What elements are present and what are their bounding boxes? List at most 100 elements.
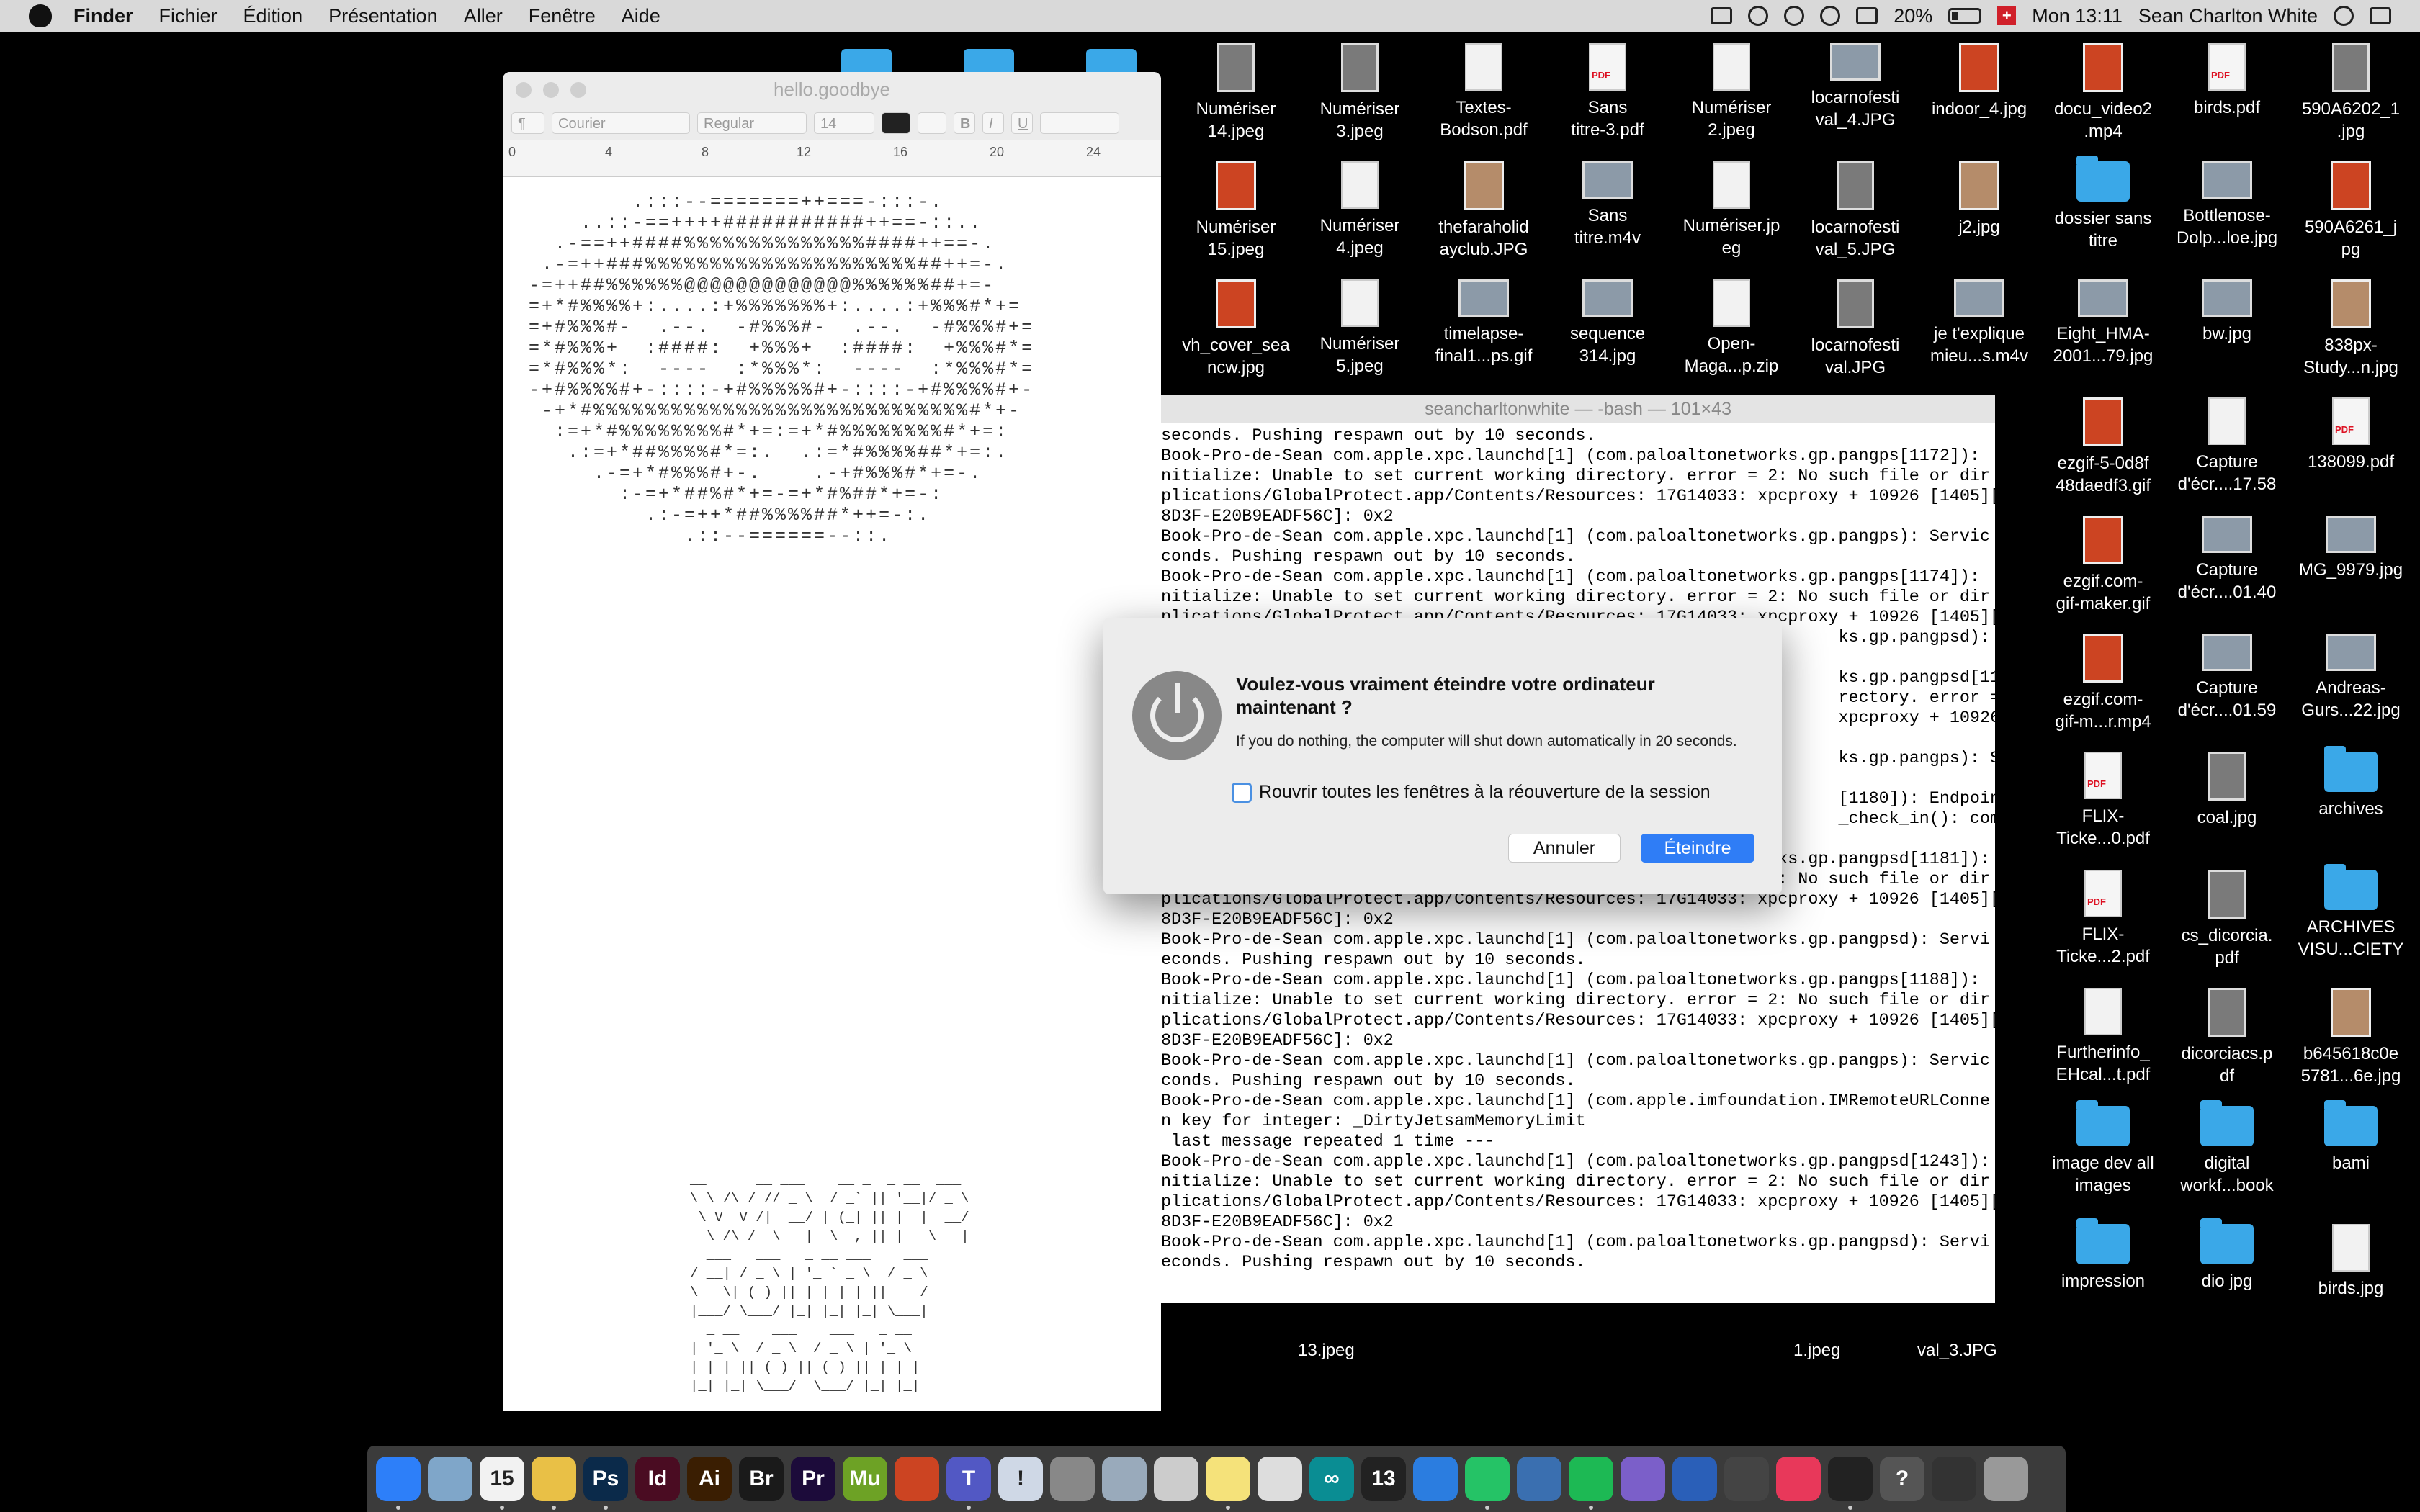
font-family-select[interactable]: Courier [552,112,690,134]
zoom-button[interactable] [570,82,586,98]
chrome-icon[interactable] [532,1457,576,1510]
folder-partial[interactable] [841,49,892,73]
unity-icon[interactable] [1724,1457,1769,1501]
window-titlebar[interactable]: hello.goodbye [503,72,1161,107]
desktop-icon[interactable]: dio jpg [2165,1218,2289,1292]
italic-button[interactable]: I [982,112,1004,134]
creative-cloud-icon[interactable] [1748,6,1769,26]
vpn-icon[interactable] [1672,1457,1717,1501]
desktop-icon[interactable]: MG_9979.jpg [2289,516,2413,581]
desktop-icon[interactable]: coal.jpg [2165,752,2289,829]
clipboard-icon[interactable] [1154,1457,1198,1501]
desktop-icon[interactable]: Textes- Bodson.pdf [1422,43,1546,141]
menu-aide[interactable]: Aide [622,5,660,27]
photoshop-icon[interactable]: Ps [583,1457,628,1510]
desktop-icon[interactable]: 838px- Study...n.jpg [2289,279,2413,379]
folder-partial[interactable] [1086,49,1137,73]
arrow-icon[interactable] [1621,1457,1665,1501]
font-style-select[interactable]: Regular [697,112,807,134]
spotlight-icon[interactable] [2334,6,2354,26]
desktop-icon[interactable]: image dev all images [2041,1100,2165,1197]
menu-app-name[interactable]: Finder [73,5,133,27]
input-flag-icon[interactable]: + [1997,6,2017,25]
desktop-icon[interactable]: cs_dicorcia. pdf [2165,870,2289,969]
desktop-icon[interactable]: Eight_HMA- 2001...79.jpg [2041,279,2165,367]
illustrator-icon[interactable]: Ai [687,1457,732,1501]
menu-aller[interactable]: Aller [464,5,503,27]
bold-button[interactable]: B [954,112,975,134]
desktop-icon[interactable]: 138099.pdf [2289,397,2413,473]
desktop-icon[interactable]: ezgif.com- gif-maker.gif [2041,516,2165,615]
13-icon[interactable]: 13 [1361,1457,1406,1501]
desktop-icon[interactable]: locarnofesti val_5.JPG [1793,161,1917,261]
notes-icon[interactable] [1206,1457,1250,1510]
folder-partial[interactable] [964,49,1014,73]
desktop-icon[interactable]: Numériser 2.jpeg [1670,43,1793,141]
underline-button[interactable]: U [1011,112,1033,134]
whatsapp-icon[interactable] [1465,1457,1510,1510]
calendar-icon[interactable]: 15 [480,1457,524,1510]
desktop-icon[interactable]: Capture d'écr....17.58 [2165,397,2289,495]
desktop-icon[interactable]: Numériser 14.jpeg [1174,43,1298,143]
checkbox-icon[interactable] [1232,782,1252,803]
desktop-icon[interactable]: archives [2289,746,2413,820]
desktop-icon[interactable]: 1.jpeg [1793,1339,1851,1362]
desktop-icon[interactable]: birds.pdf [2165,43,2289,119]
desktop-icon[interactable]: dossier sans titre [2041,156,2165,252]
desktop-icon[interactable]: Sans titre.m4v [1546,161,1670,249]
desktop-icon[interactable]: Andreas- Gurs...22.jpg [2289,634,2413,721]
spotify-icon[interactable] [1569,1457,1613,1510]
desktop-icon[interactable]: Sans titre-3.pdf [1546,43,1670,141]
desktop-icon[interactable]: locarnofesti val.JPG [1793,279,1917,379]
indesign-icon[interactable]: Id [635,1457,680,1501]
tools-icon[interactable] [1102,1457,1147,1501]
desktop-icon[interactable]: 590A6202_1 .jpg [2289,43,2413,143]
desktop-icon[interactable]: val_3.JPG [1917,1339,1997,1362]
desktop-icon[interactable]: sequence 314.jpg [1546,279,1670,367]
display-icon[interactable] [1711,7,1733,24]
desktop-icon[interactable]: ezgif-5-0d8f 48daedf3.gif [2041,397,2165,497]
desktop-icon[interactable]: b645618c0e 5781...6e.jpg [2289,988,2413,1087]
menu-fichier[interactable]: Fichier [159,5,218,27]
premiere-icon[interactable]: Pr [791,1457,835,1501]
desktop-icon[interactable]: Bottlenose- Dolp...loe.jpg [2165,161,2289,249]
paragraph-style-select[interactable]: ¶ [511,112,544,134]
arduino-icon[interactable]: ∞ [1309,1457,1354,1501]
desktop-icon[interactable]: je t'explique mieu...s.m4v [1917,279,2041,367]
desktop-icon[interactable]: Numériser 4.jpeg [1298,161,1422,259]
menu-presentation[interactable]: Présentation [328,5,438,27]
teams-icon[interactable]: T [946,1457,991,1510]
desktop-icon[interactable]: dicorciacs.p df [2165,988,2289,1087]
info-icon[interactable]: ! [998,1457,1043,1501]
desktop-icon[interactable]: Capture d'écr....01.59 [2165,634,2289,721]
desktop-icon[interactable]: thefaraholid ayclub.JPG [1422,161,1546,261]
desktop-icon[interactable]: Numériser 3.jpeg [1298,43,1422,143]
desktop-icon[interactable]: FLIX- Ticke...0.pdf [2041,752,2165,850]
desktop-icon[interactable]: j2.jpg [1917,161,2041,238]
user-name[interactable]: Sean Charlton White [2138,5,2318,27]
bluetooth-icon[interactable] [1784,6,1805,26]
bridge-icon[interactable]: Br [739,1457,784,1501]
alignment-buttons[interactable] [1040,112,1119,134]
menu-edition[interactable]: Édition [243,5,303,27]
desktop-icon[interactable]: docu_video2 .mp4 [2041,43,2165,143]
terminal-icon[interactable] [1828,1457,1873,1510]
desktop-icon[interactable]: Capture d'écr....01.40 [2165,516,2289,603]
desktop-icon[interactable]: ARCHIVES VISU...CIETY [2289,864,2413,960]
docs-icon[interactable] [1258,1457,1302,1501]
ruler[interactable]: 0 4 8 12 16 20 24 [503,140,1161,177]
help-icon[interactable]: ? [1880,1457,1924,1501]
minimize-button[interactable] [543,82,559,98]
desktop-icon[interactable]: 13.jpeg [1298,1339,1355,1362]
desktop-icon[interactable]: 590A6261_j pg [2289,161,2413,261]
desktop-icon[interactable]: bw.jpg [2165,279,2289,345]
document-body[interactable]: .:::--=======++===-:::-. ..::-==++++####… [503,177,1161,1411]
clock[interactable]: Mon 13:11 [2032,5,2123,27]
desktop-icon[interactable]: Furtherinfo_ EHcal...t.pdf [2041,988,2165,1086]
desktop-icon[interactable]: FLIX- Ticke...2.pdf [2041,870,2165,968]
desktop-icon[interactable]: ezgif.com- gif-m...r.mp4 [2041,634,2165,733]
ps-stack-icon[interactable] [1932,1457,1976,1501]
reopen-windows-checkbox[interactable]: Rouvrir toutes les fenêtres à la réouver… [1232,782,1711,803]
shutdown-button[interactable]: Éteindre [1641,834,1754,863]
text-color-swatch[interactable] [882,112,910,134]
